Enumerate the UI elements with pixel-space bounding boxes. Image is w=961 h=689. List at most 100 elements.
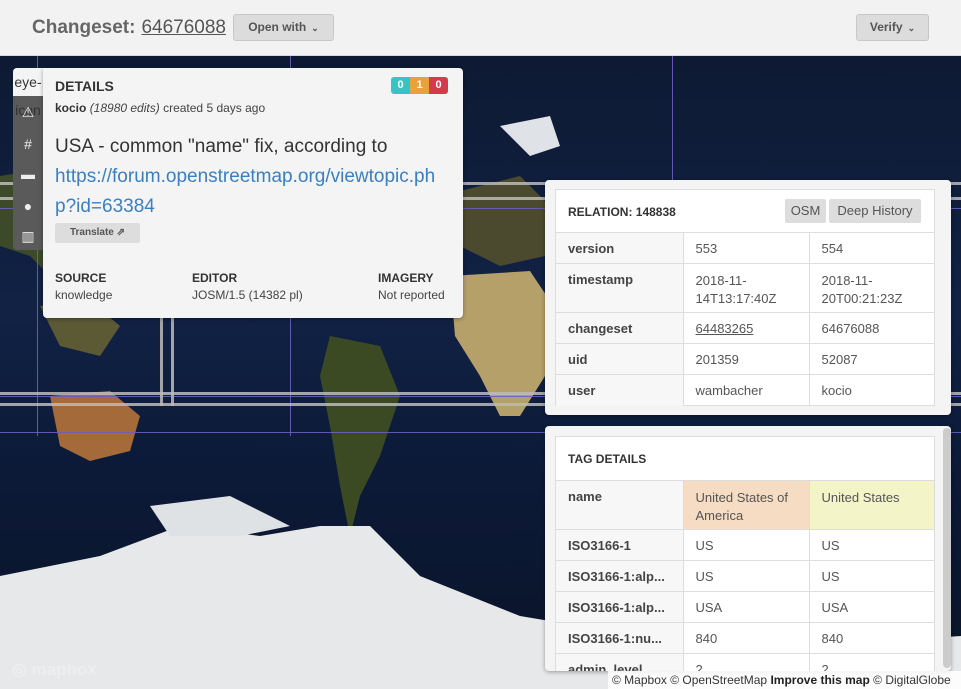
created-count: 0 bbox=[391, 77, 410, 94]
comment-text: USA - common "name" fix, according to bbox=[55, 136, 388, 157]
old-value: 840 bbox=[683, 622, 810, 654]
row-key: changeset bbox=[556, 312, 684, 344]
row-key: user bbox=[556, 374, 684, 406]
tag-key: ISO3166-1:alp... bbox=[556, 591, 684, 623]
header-bar: Changeset: 64676088 Open with ⌄ Verify ⌄ bbox=[0, 0, 961, 56]
verify-label: Verify bbox=[869, 20, 903, 34]
new-value: US bbox=[809, 560, 934, 592]
open-with-button[interactable]: Open with ⌄ bbox=[233, 14, 334, 41]
table-row: timestamp 2018-11-14T13:17:40Z 2018-11-20T… bbox=[556, 263, 934, 313]
mapbox-attribution-link[interactable]: © Mapbox bbox=[612, 673, 667, 687]
deep-history-button[interactable]: Deep History bbox=[829, 199, 921, 223]
details-title: DETAILS bbox=[55, 78, 114, 94]
translate-label: Translate bbox=[69, 227, 114, 238]
mapbox-logo-icon: ◎ bbox=[12, 660, 27, 679]
new-value: United States bbox=[809, 480, 934, 530]
old-value: US bbox=[683, 529, 810, 561]
tag-card: TAG DETAILS name United States of America… bbox=[555, 436, 935, 671]
new-value: 64676088 bbox=[809, 312, 934, 344]
created-time: created 5 days ago bbox=[163, 101, 266, 115]
side-toolbar: eye-icon ⚠ # ▬ ● ▥ bbox=[13, 68, 43, 250]
new-value: 840 bbox=[809, 622, 934, 654]
imagery-label: IMAGERY bbox=[378, 271, 434, 285]
mapbox-logo[interactable]: ◎ mapbox bbox=[12, 660, 97, 680]
table-row: ISO3166-1:alp... US US bbox=[556, 560, 934, 592]
table-row: ISO3166-1:alp... USA USA bbox=[556, 591, 934, 623]
relation-title: RELATION: 148838 bbox=[568, 205, 676, 219]
changeset-comment: USA - common "name" fix, according to ht… bbox=[55, 132, 455, 222]
old-value: US bbox=[683, 560, 810, 592]
byline: kocio (18980 edits) created 5 days ago bbox=[55, 101, 265, 115]
relation-panel: RELATION: 148838 OSM Deep History versio… bbox=[545, 180, 951, 415]
comment-link[interactable]: https://forum.openstreetmap.org/viewtopi… bbox=[55, 162, 455, 222]
map-attribution: © Mapbox © OpenStreetMap Improve this ma… bbox=[608, 671, 961, 689]
tag-key: ISO3166-1:alp... bbox=[556, 560, 684, 592]
old-value: United States of America bbox=[683, 480, 810, 530]
table-row: admin_level 2 2 bbox=[556, 653, 934, 671]
source-label: SOURCE bbox=[55, 271, 107, 285]
tag-panel-scrollbar[interactable] bbox=[943, 428, 951, 668]
grid-line bbox=[672, 56, 673, 196]
table-row: uid 201359 52087 bbox=[556, 343, 934, 375]
new-value: 2018-11-20T00:21:23Z bbox=[809, 263, 934, 313]
open-with-label: Open with bbox=[248, 20, 307, 34]
library-icon[interactable]: ▥ bbox=[13, 222, 43, 250]
edit-count: (18980 edits) bbox=[89, 101, 160, 115]
changeset-link[interactable]: 64676088 bbox=[141, 17, 226, 38]
new-value: USA bbox=[809, 591, 934, 623]
row-key: uid bbox=[556, 343, 684, 375]
old-value: USA bbox=[683, 591, 810, 623]
table-row: ISO3166-1 US US bbox=[556, 529, 934, 561]
editor-info: EDITOR JOSM/1.5 (14382 pl) bbox=[192, 271, 303, 302]
chevron-down-icon: ⌄ bbox=[907, 23, 916, 33]
relation-table: version 553 554 timestamp 2018-11-14T13:17:… bbox=[556, 232, 934, 406]
table-row: user wambacher kocio bbox=[556, 374, 934, 406]
row-key: timestamp bbox=[556, 263, 684, 313]
table-row: version 553 554 bbox=[556, 232, 934, 264]
osm-attribution-link[interactable]: © OpenStreetMap bbox=[670, 673, 767, 687]
digitalglobe-attribution: © DigitalGlobe bbox=[873, 673, 951, 687]
page-title: Changeset: 64676088 bbox=[32, 17, 226, 39]
external-link-icon: ⇗ bbox=[116, 227, 126, 238]
verify-button[interactable]: Verify ⌄ bbox=[856, 14, 929, 41]
source-info: SOURCE knowledge bbox=[55, 271, 112, 302]
table-row: ISO3166-1:nu... 840 840 bbox=[556, 622, 934, 654]
title-label: Changeset: bbox=[32, 17, 136, 38]
old-changeset-link[interactable]: 64483265 bbox=[683, 312, 810, 344]
new-value: 52087 bbox=[809, 343, 934, 375]
old-value: 2 bbox=[683, 653, 810, 671]
tag-key: ISO3166-1 bbox=[556, 529, 684, 561]
old-value: 201359 bbox=[683, 343, 810, 375]
table-row: changeset 64483265 64676088 bbox=[556, 312, 934, 344]
new-value: US bbox=[809, 529, 934, 561]
tag-title: TAG DETAILS bbox=[568, 452, 647, 466]
tag-details-panel[interactable]: TAG DETAILS name United States of America… bbox=[545, 426, 951, 671]
editor-label: EDITOR bbox=[192, 271, 238, 285]
details-panel: DETAILS 0 1 0 kocio (18980 edits) create… bbox=[43, 68, 463, 318]
imagery-value: Not reported bbox=[378, 288, 445, 302]
new-value: 2 bbox=[809, 653, 934, 671]
warning-icon[interactable]: ⚠ bbox=[13, 98, 43, 126]
imagery-info: IMAGERY Not reported bbox=[378, 271, 445, 302]
source-value: knowledge bbox=[55, 288, 113, 302]
improve-map-link[interactable]: Improve this map bbox=[770, 673, 869, 687]
eye-icon[interactable]: eye-icon bbox=[13, 68, 43, 118]
comment-icon[interactable]: ▬ bbox=[13, 160, 43, 188]
row-key: version bbox=[556, 232, 684, 264]
translate-button[interactable]: Translate ⇗ bbox=[55, 223, 140, 243]
tag-key: name bbox=[556, 480, 684, 530]
old-value: 2018-11-14T13:17:40Z bbox=[683, 263, 810, 313]
tag-key: ISO3166-1:nu... bbox=[556, 622, 684, 654]
change-counts: 0 1 0 bbox=[391, 77, 448, 94]
editor-value: JOSM/1.5 (14382 pl) bbox=[192, 288, 303, 302]
new-value: 554 bbox=[809, 232, 934, 264]
user-name[interactable]: kocio bbox=[55, 101, 86, 115]
mapbox-logo-text: mapbox bbox=[31, 660, 97, 679]
old-value: 553 bbox=[683, 232, 810, 264]
user-icon[interactable]: ● bbox=[13, 192, 43, 220]
chevron-down-icon: ⌄ bbox=[311, 23, 319, 33]
tag-key: admin_level bbox=[556, 653, 684, 671]
osm-button[interactable]: OSM bbox=[785, 199, 826, 223]
old-value: wambacher bbox=[683, 374, 810, 406]
hash-icon[interactable]: # bbox=[13, 130, 43, 158]
